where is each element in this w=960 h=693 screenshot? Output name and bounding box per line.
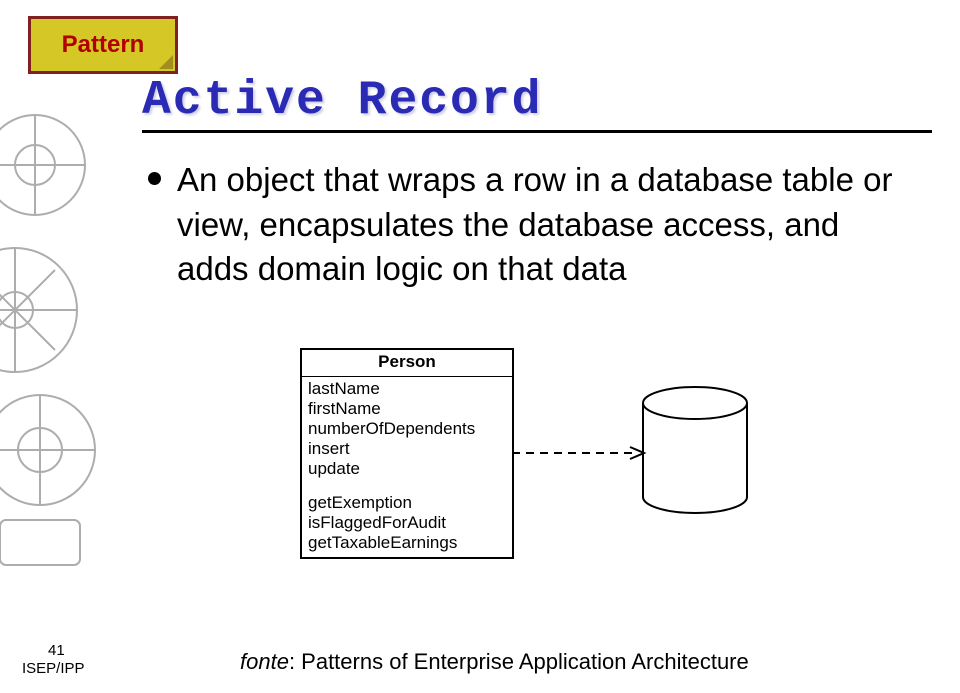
uml-method: isFlaggedForAudit	[308, 513, 506, 533]
footer-source: fonte: Patterns of Enterprise Applicatio…	[240, 649, 749, 675]
footer-fonte-text: : Patterns of Enterprise Application Arc…	[289, 649, 749, 674]
database-icon	[640, 385, 750, 515]
bullet-dot-icon	[148, 172, 161, 185]
uml-attribute: firstName	[308, 399, 506, 419]
bullet-list: An object that wraps a row in a database…	[148, 158, 918, 292]
uml-attribute: numberOfDependents	[308, 419, 506, 439]
pattern-tag: Pattern	[28, 16, 178, 74]
footer-org: ISEP/IPP	[22, 660, 85, 677]
pattern-tag-fold	[159, 55, 173, 69]
uml-crud: update	[308, 459, 506, 479]
page-number: 41	[48, 642, 65, 659]
title-underline	[142, 130, 932, 133]
uml-crud: insert	[308, 439, 506, 459]
uml-class-name: Person	[302, 350, 512, 377]
dependency-arrow-icon	[512, 446, 652, 460]
uml-class-box: Person lastName firstName numberOfDepend…	[300, 348, 514, 559]
pattern-tag-label: Pattern	[62, 31, 145, 59]
uml-separator	[308, 479, 506, 493]
decorative-background	[0, 110, 140, 580]
page-title: Active Record	[142, 74, 542, 128]
uml-method: getExemption	[308, 493, 506, 513]
bullet-text: An object that wraps a row in a database…	[177, 158, 918, 292]
uml-attributes: lastName firstName numberOfDependents in…	[302, 377, 512, 557]
uml-method: getTaxableEarnings	[308, 533, 506, 553]
footer-fonte-label: fonte	[240, 649, 289, 674]
bullet-item: An object that wraps a row in a database…	[148, 158, 918, 292]
uml-attribute: lastName	[308, 379, 506, 399]
